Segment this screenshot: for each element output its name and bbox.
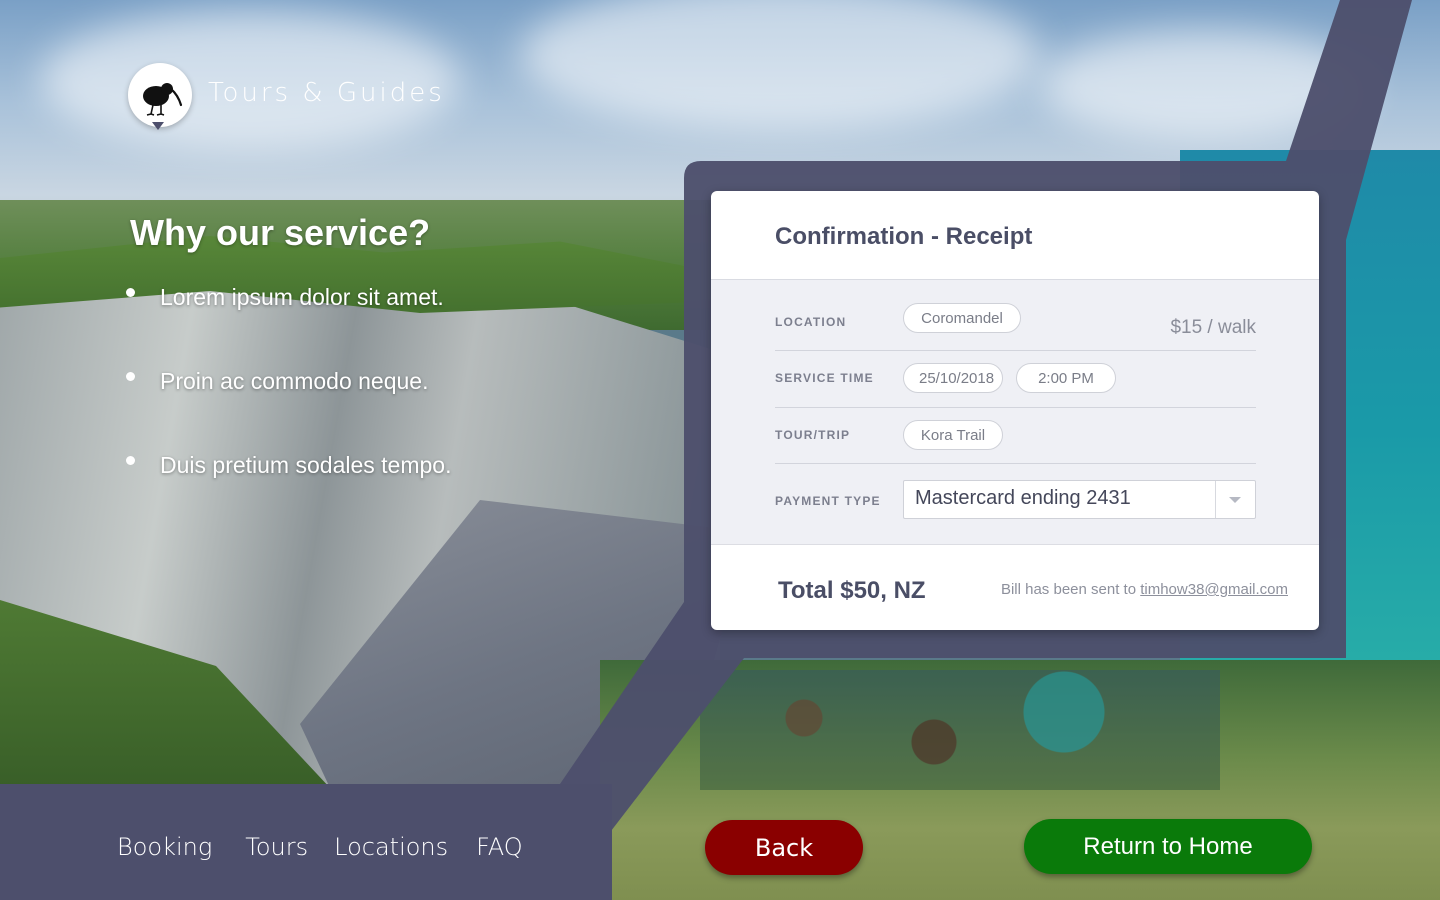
brand-name: Tours & Guides: [208, 78, 445, 108]
nav-locations[interactable]: Locations: [334, 833, 448, 861]
location-label: LOCATION: [775, 315, 847, 329]
return-home-button[interactable]: Return to Home: [1024, 819, 1312, 874]
footer-nav: Booking Tours Locations FAQ: [117, 833, 556, 861]
benefit-item: Proin ac commodo neque.: [126, 362, 451, 446]
bill-sent-text: Bill has been sent to: [1000, 581, 1137, 598]
benefit-text: Lorem ipsum dolor sit amet.: [160, 284, 444, 310]
logo[interactable]: [128, 63, 192, 127]
benefit-item: Lorem ipsum dolor sit amet.: [126, 278, 451, 362]
select-divider: [1215, 481, 1216, 518]
logo-pin: [152, 122, 164, 130]
benefit-item: Duis pretium sodales tempo.: [126, 446, 451, 530]
nav-tours[interactable]: Tours: [245, 833, 308, 861]
time-pill[interactable]: 2:00 PM: [1016, 363, 1116, 393]
receipt-title: Confirmation - Receipt: [775, 223, 1033, 250]
tour-pill[interactable]: Kora Trail: [903, 420, 1003, 450]
payment-label: PAYMENT TYPE: [775, 494, 881, 508]
benefit-text: Proin ac commodo neque.: [160, 368, 429, 394]
back-button[interactable]: Back: [705, 820, 863, 875]
why-heading: Why our service?: [130, 212, 431, 253]
kiwi-bird-icon: [143, 83, 183, 116]
bullet-icon: [126, 456, 135, 465]
service-time-label: SERVICE TIME: [775, 371, 874, 385]
bill-sent-note: Bill has been sent to timhow38@gmail.com: [1001, 581, 1288, 598]
benefit-list: Lorem ipsum dolor sit amet. Proin ac com…: [126, 278, 451, 530]
receipt-header: Confirmation - Receipt: [711, 191, 1319, 280]
email-link[interactable]: timhow38@gmail.com: [1140, 581, 1288, 598]
receipt-details: LOCATION Coromandel $15 / walk SERVICE T…: [711, 280, 1319, 544]
location-pill[interactable]: Coromandel: [903, 303, 1021, 333]
receipt-card: Confirmation - Receipt LOCATION Coromand…: [711, 191, 1319, 630]
payment-row: PAYMENT TYPE Mastercard ending 2431: [775, 480, 1256, 520]
tour-row: TOUR/TRIP Kora Trail: [775, 408, 1256, 464]
benefit-text: Duis pretium sodales tempo.: [160, 452, 452, 478]
total-amount: Total $50, NZ: [778, 577, 926, 604]
receipt-footer: Total $50, NZ Bill has been sent to timh…: [711, 544, 1319, 630]
payment-selected-value: Mastercard ending 2431: [915, 487, 1131, 509]
nav-booking[interactable]: Booking: [117, 833, 212, 861]
location-row: LOCATION Coromandel $15 / walk: [775, 280, 1256, 351]
bullet-icon: [126, 288, 135, 297]
bullet-icon: [126, 372, 135, 381]
payment-type-select[interactable]: Mastercard ending 2431: [903, 480, 1256, 519]
price-per-walk: $15 / walk: [1170, 317, 1256, 338]
chevron-down-icon[interactable]: [1229, 497, 1241, 503]
service-time-row: SERVICE TIME 25/10/2018 2:00 PM: [775, 351, 1256, 408]
nav-faq[interactable]: FAQ: [476, 833, 523, 861]
date-pill[interactable]: 25/10/2018: [903, 363, 1003, 393]
tour-label: TOUR/TRIP: [775, 428, 851, 442]
